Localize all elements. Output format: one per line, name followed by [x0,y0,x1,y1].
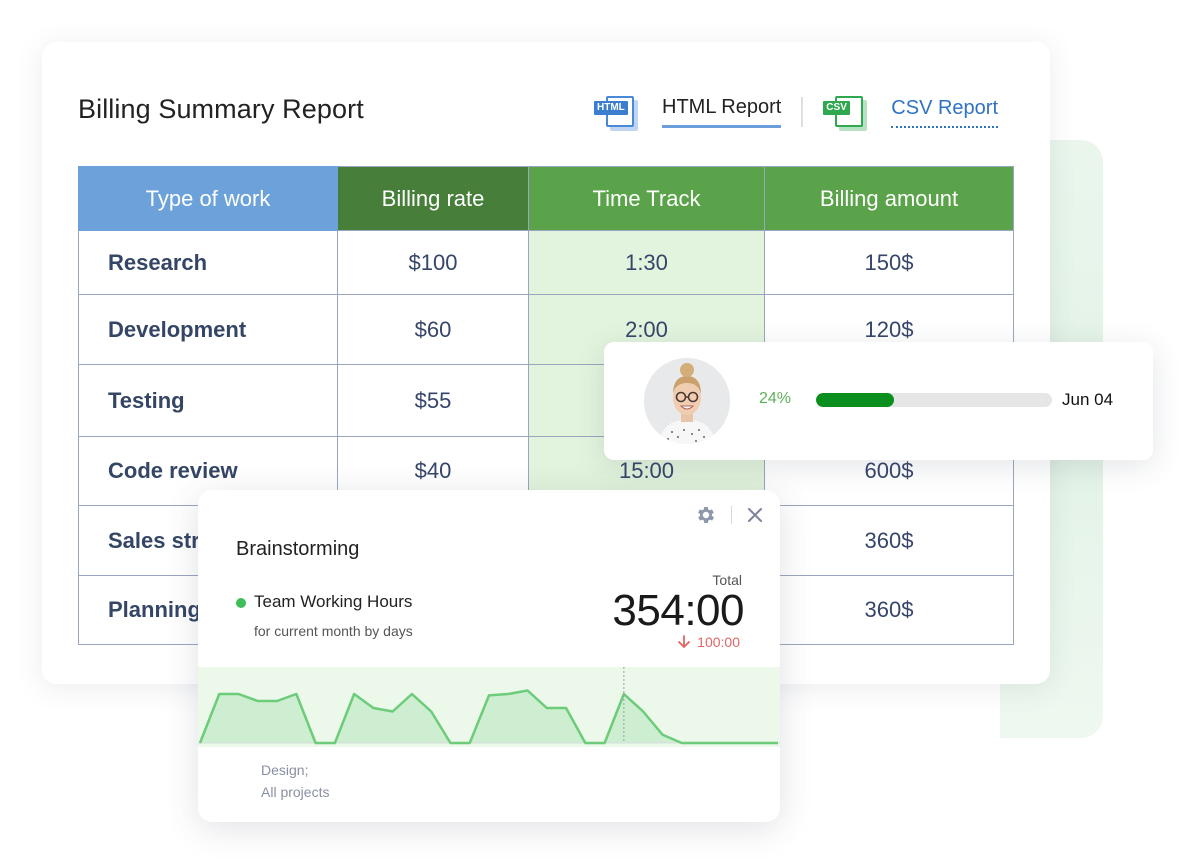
cell-time: 1:30 [528,230,765,295]
cell-rate: $60 [337,294,529,365]
report-title: Billing Summary Report [78,94,364,124]
cell-rate: $55 [337,364,529,437]
delta-value: 100:00 [697,634,740,650]
cell-work: Testing [78,364,338,437]
cell-work: Research [78,230,338,295]
cell-work: Development [78,294,338,365]
toolbar-divider [731,506,732,524]
legend-label: Team Working Hours [254,592,413,611]
total-delta: 100:00 [677,634,740,650]
column-header[interactable]: Billing rate [337,166,529,231]
tab-csv-report[interactable]: CSV Report [891,97,999,128]
cell-amount: 360$ [764,505,1014,576]
close-icon[interactable] [746,506,764,524]
user-avatar-icon [644,358,730,444]
due-date: Jun 04 [1062,390,1114,409]
progress-percent: 24% [759,390,792,407]
column-header[interactable]: Type of work [78,166,338,231]
column-header[interactable]: Time Track [528,166,765,231]
column-header[interactable]: Billing amount [764,166,1014,231]
widget-toolbar [695,504,764,526]
legend-subtitle: for current month by days [254,623,413,639]
arrow-down-icon [678,635,691,649]
total-value: 354:00 [612,586,744,635]
hours-area-chart [198,667,780,747]
user-avatar[interactable] [644,358,730,444]
team-hours-widget: Brainstorming Team Working Hours for cur… [198,490,780,822]
cell-rate: $100 [337,230,529,295]
tab-divider [801,97,804,127]
html-file-icon[interactable]: HTML [594,94,640,131]
area-chart-svg [198,667,780,745]
report-tabs: HTML HTML Report CSV CSV Report [594,92,999,132]
cell-amount: 150$ [764,230,1014,295]
footer-projects: All projects [261,784,330,800]
progress-card: 24% Jun 04 [604,342,1153,460]
footer-category: Design; [261,762,309,778]
tab-html-report[interactable]: HTML Report [662,96,782,128]
gear-icon[interactable] [695,504,717,526]
progress-bar [816,393,1052,407]
cell-amount: 360$ [764,575,1014,645]
widget-title: Brainstorming [236,538,360,560]
table-header-row: Type of work Billing rate Time Track Bil… [78,166,1014,231]
legend-dot-icon [236,598,246,608]
csv-file-icon[interactable]: CSV [823,94,869,131]
progress-bar-fill [816,393,894,407]
table-row[interactable]: Research $100 1:30 150$ [78,230,1014,295]
